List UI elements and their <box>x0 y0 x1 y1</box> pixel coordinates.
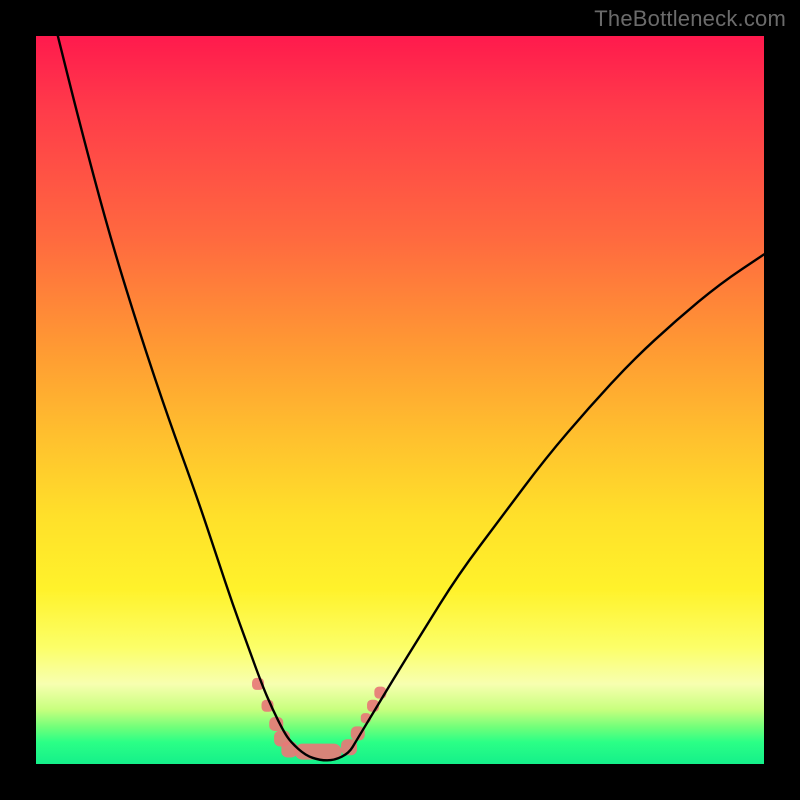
plot-area <box>36 36 764 764</box>
watermark-text: TheBottleneck.com <box>594 6 786 32</box>
markers-layer <box>252 678 386 760</box>
chart-svg <box>36 36 764 764</box>
chart-frame: TheBottleneck.com <box>0 0 800 800</box>
bottleneck-curve <box>58 36 764 760</box>
